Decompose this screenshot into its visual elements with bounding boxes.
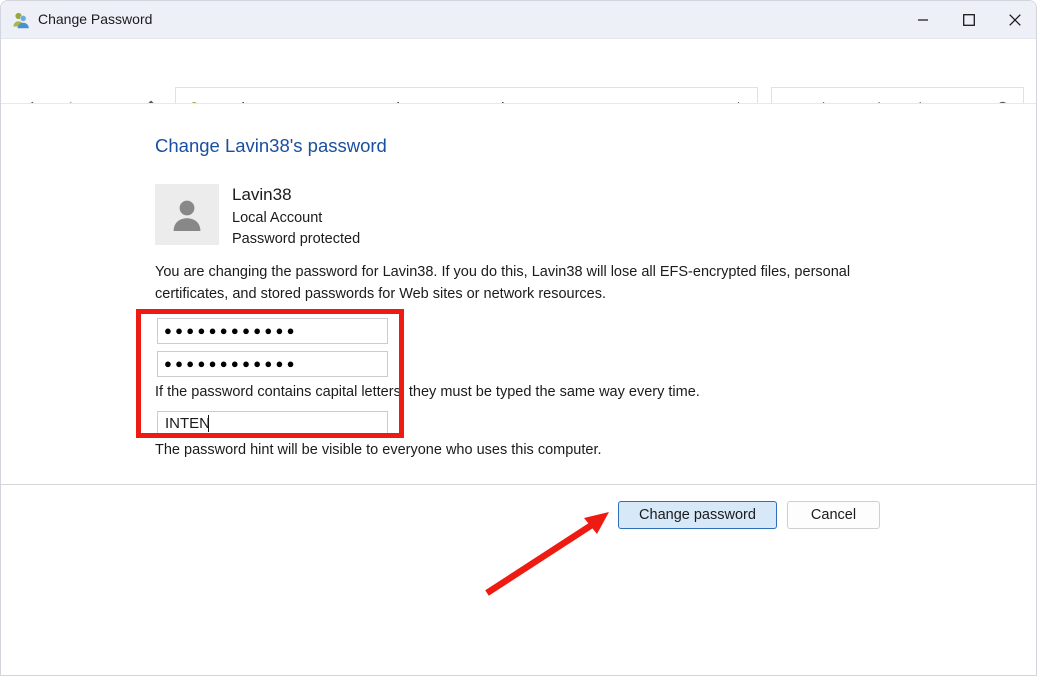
confirm-password-input[interactable] [157,351,388,377]
page-title: Change Lavin38's password [155,135,387,156]
change-password-window: Change Password Search Control Panel Cha… [0,0,1037,676]
content-area: Change Lavin38's password Lavin38 Local … [1,103,1036,484]
text-caret [208,415,209,432]
password-hint-input[interactable]: INTEN [157,411,388,436]
close-button[interactable] [992,1,1036,38]
user-accounts-icon [12,11,30,29]
new-password-input[interactable] [157,318,388,344]
password-change-warning: You are changing the password for Lavin3… [155,264,851,302]
capital-letters-note: If the password contains capital letters… [155,384,700,400]
change-password-button[interactable]: Change password [618,501,777,529]
navigation-toolbar: « Change an Account › Change Password [1,39,1036,131]
user-avatar-icon [155,184,219,245]
window-title: Change Password [38,11,153,27]
account-password-status: Password protected [232,231,361,247]
minimize-button[interactable] [900,1,946,38]
maximize-button[interactable] [946,1,992,38]
account-type: Local Account [232,210,323,226]
cancel-button[interactable]: Cancel [787,501,880,529]
dialog-footer: Change password Cancel [1,484,1036,675]
account-summary: Lavin38 Local Account Password protected [155,184,575,247]
password-hint-visibility-note: The password hint will be visible to eve… [155,442,602,458]
password-hint-value: INTEN [165,415,210,432]
account-name: Lavin38 [232,185,292,204]
window-titlebar: Change Password [1,1,1036,39]
